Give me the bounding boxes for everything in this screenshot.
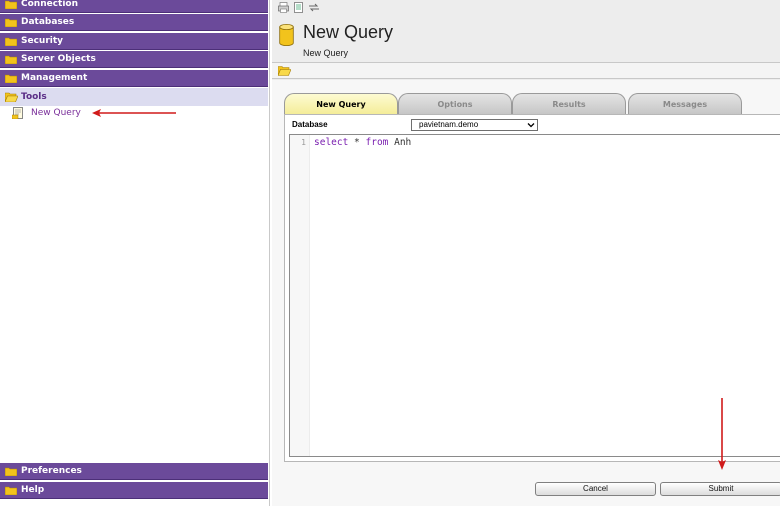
tab-messages[interactable]: Messages	[628, 93, 742, 114]
sidebar-item-label: Help	[21, 485, 45, 495]
sql-keyword: from	[365, 137, 389, 148]
query-doc-icon	[11, 107, 24, 124]
folder-icon	[5, 74, 17, 83]
folder-icon	[5, 0, 17, 9]
database-label: Database	[292, 120, 328, 129]
sql-code-line: select * from Anh	[314, 137, 411, 148]
sidebar-item-label: Connection	[21, 0, 79, 9]
folder-icon	[5, 467, 17, 476]
database-select-value: pavietnam.demo	[419, 120, 479, 129]
sidebar-item-tools[interactable]: Tools	[0, 88, 268, 106]
open-folder-icon	[5, 92, 18, 102]
document-icon[interactable]	[293, 2, 304, 13]
chevron-down-icon	[527, 121, 535, 132]
sidebar-item-label: New Query	[31, 108, 81, 118]
sidebar-item-security[interactable]: Security	[0, 33, 268, 50]
sidebar-item-label: Tools	[21, 92, 47, 102]
page-subtitle: New Query	[303, 48, 349, 58]
sidebar-item-management[interactable]: Management	[0, 70, 268, 87]
database-select[interactable]: pavietnam.demo	[411, 119, 538, 131]
sidebar-item-label: Management	[21, 73, 88, 83]
top-toolbar	[272, 0, 780, 16]
sidebar-item-label: Server Objects	[21, 54, 96, 64]
sidebar-item-help[interactable]: Help	[0, 482, 268, 499]
tab-results[interactable]: Results	[512, 93, 626, 114]
folder-icon	[5, 55, 17, 64]
sidebar-item-label: Databases	[21, 17, 75, 27]
annotation-arrow-left-icon	[92, 108, 176, 118]
sql-editor[interactable]: 1 select * from Anh	[289, 134, 780, 457]
query-panel: Database pavietnam.demo 1 select * from …	[284, 114, 780, 462]
sql-table-name: Anh	[388, 137, 412, 148]
query-content: New Query Options Results Messages Datab…	[272, 80, 780, 506]
cancel-button[interactable]: Cancel	[535, 482, 656, 496]
annotation-arrow-down-icon	[716, 398, 728, 470]
sidebar-item-preferences[interactable]: Preferences	[0, 463, 268, 480]
tab-options[interactable]: Options	[398, 93, 512, 114]
folder-icon	[5, 37, 17, 46]
sidebar-item-server-objects[interactable]: Server Objects	[0, 51, 268, 68]
sidebar-item-label: Security	[21, 36, 64, 46]
refresh-icon[interactable]	[308, 2, 319, 13]
line-number: 1	[301, 138, 306, 147]
folder-icon	[5, 486, 17, 495]
sidebar-item-new-query[interactable]: New Query	[11, 106, 81, 120]
sidebar: Connection Databases Security Server Obj…	[0, 0, 270, 506]
open-file-icon[interactable]	[277, 65, 292, 79]
main-pane: New Query New Query New Query Options Re…	[272, 0, 780, 506]
submit-button[interactable]: Submit	[660, 482, 780, 496]
sidebar-item-databases[interactable]: Databases	[0, 14, 268, 31]
tab-new-query[interactable]: New Query	[284, 93, 398, 115]
print-icon[interactable]	[278, 2, 289, 13]
folder-icon	[5, 18, 17, 27]
sidebar-item-label: Preferences	[21, 466, 82, 476]
sidebar-item-connection[interactable]: Connection	[0, 0, 268, 13]
database-cylinder-icon	[279, 24, 294, 49]
sql-keyword: select	[314, 137, 349, 148]
line-gutter: 1	[290, 135, 310, 456]
query-toolbar	[272, 62, 780, 79]
page-title: New Query	[303, 22, 394, 42]
page-header: New Query New Query	[272, 16, 780, 62]
sql-operator: *	[348, 137, 366, 148]
